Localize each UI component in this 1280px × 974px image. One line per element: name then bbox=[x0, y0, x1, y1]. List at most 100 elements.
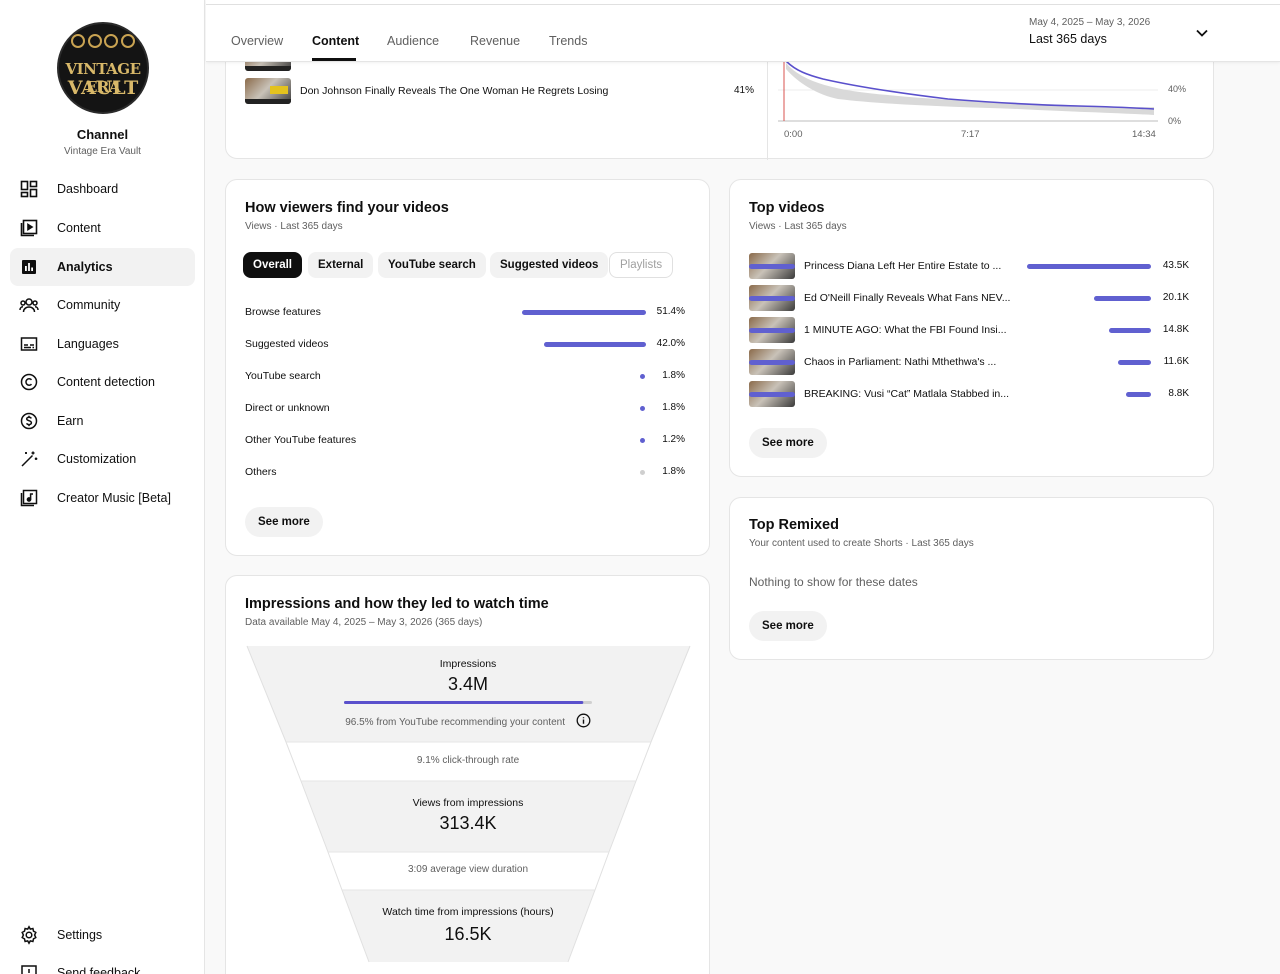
see-more-button[interactable]: See more bbox=[749, 611, 827, 641]
empty-state-text: Nothing to show for these dates bbox=[749, 575, 918, 589]
card-title: How viewers find your videos bbox=[245, 200, 449, 216]
traffic-bar bbox=[640, 406, 645, 411]
avg-duration-text: 3:09 average view duration bbox=[407, 864, 529, 875]
sidebar-item-community[interactable]: Community bbox=[10, 286, 195, 324]
video-title: Chaos in Parliament: Nathi Mthethwa's ..… bbox=[804, 356, 997, 368]
dollar-icon bbox=[10, 402, 48, 440]
sidebar-item-customization[interactable]: Customization bbox=[10, 440, 195, 478]
chip-suggested-videos[interactable]: Suggested videos bbox=[490, 252, 609, 278]
magic-wand-icon bbox=[10, 440, 48, 478]
traffic-row[interactable]: Others 1.8% bbox=[245, 466, 685, 482]
impressions-label: Impressions bbox=[439, 658, 497, 670]
sidebar-item-creator-music[interactable]: Creator Music [Beta] bbox=[10, 479, 195, 517]
recommend-text-label: 96.5% from YouTube recommending your con… bbox=[345, 717, 565, 728]
traffic-sources-card: How viewers find your videos Views · Las… bbox=[225, 179, 710, 556]
card-subtitle: Views · Last 365 days bbox=[245, 221, 343, 232]
sidebar: VINTAGE ERA VAULT Channel Vintage Era Va… bbox=[0, 0, 205, 974]
card-subtitle: Views · Last 365 days bbox=[749, 221, 847, 232]
top-video-row[interactable]: 1 MINUTE AGO: What the FBI Found Insi...… bbox=[749, 317, 1189, 343]
video-views: 11.6K bbox=[1163, 356, 1189, 367]
sidebar-item-label: Community bbox=[57, 298, 121, 312]
sidebar-item-label: Creator Music [Beta] bbox=[57, 491, 171, 505]
views-label: Views from impressions bbox=[412, 797, 524, 809]
traffic-pct: 1.2% bbox=[662, 434, 685, 445]
divider bbox=[767, 61, 768, 160]
sidebar-item-label: Languages bbox=[57, 337, 119, 351]
video-views: 43.5K bbox=[1162, 260, 1189, 271]
feedback-icon bbox=[10, 954, 48, 974]
top-video-row[interactable]: Ed O'Neill Finally Reveals What Fans NEV… bbox=[749, 285, 1189, 311]
y-tick-label: 0% bbox=[1168, 116, 1182, 126]
traffic-source-name: Browse features bbox=[245, 306, 321, 318]
community-icon bbox=[10, 286, 48, 324]
tab-content[interactable]: Content bbox=[312, 34, 359, 48]
tab-audience[interactable]: Audience bbox=[387, 34, 439, 48]
chevron-down-icon[interactable] bbox=[1194, 25, 1210, 41]
tab-revenue[interactable]: Revenue bbox=[470, 34, 520, 48]
see-more-button[interactable]: See more bbox=[749, 428, 827, 458]
traffic-row[interactable]: YouTube search 1.8% bbox=[245, 370, 685, 386]
top-video-row[interactable]: BREAKING: Vusi “Cat” Matlala Stabbed in.… bbox=[749, 381, 1189, 407]
gear-icon bbox=[10, 916, 48, 954]
traffic-row[interactable]: Suggested videos 42.0% bbox=[245, 338, 685, 354]
analytics-tab-bar: Overview Content Audience Revenue Trends… bbox=[206, 0, 1280, 62]
divider bbox=[206, 4, 1280, 5]
see-more-button[interactable]: See more bbox=[245, 507, 323, 537]
channel-name[interactable]: Vintage Era Vault bbox=[0, 146, 205, 157]
chip-playlists[interactable]: Playlists bbox=[609, 252, 674, 278]
chip-external[interactable]: External bbox=[308, 252, 374, 278]
impressions-funnel-card: Impressions and how they led to watch ti… bbox=[225, 575, 710, 974]
traffic-row[interactable]: Other YouTube features 1.2% bbox=[245, 434, 685, 450]
sidebar-item-dashboard[interactable]: Dashboard bbox=[10, 170, 195, 208]
views-bar bbox=[1109, 328, 1151, 333]
card-title: Top Remixed bbox=[749, 517, 839, 533]
sidebar-item-label: Dashboard bbox=[57, 182, 119, 196]
card-title: Top videos bbox=[749, 200, 825, 216]
video-thumbnail bbox=[749, 349, 795, 375]
sidebar-item-earn[interactable]: Earn bbox=[10, 402, 195, 440]
traffic-row[interactable]: Direct or unknown 1.8% bbox=[245, 402, 685, 418]
sidebar-item-content[interactable]: Content bbox=[10, 209, 195, 247]
date-period-label[interactable]: Last 365 days bbox=[1029, 32, 1107, 46]
sidebar-item-label: Send feedback bbox=[57, 966, 141, 974]
sidebar-item-label: Customization bbox=[57, 452, 137, 466]
retention-chart bbox=[778, 61, 1158, 122]
video-retention-pct: 41% bbox=[734, 85, 755, 96]
views-bar bbox=[1094, 296, 1151, 301]
subtitles-icon bbox=[10, 325, 48, 363]
traffic-source-name: Other YouTube features bbox=[245, 434, 357, 446]
chip-youtube-search[interactable]: YouTube search bbox=[378, 252, 486, 278]
sidebar-item-languages[interactable]: Languages bbox=[10, 325, 195, 363]
views-bar bbox=[1118, 360, 1151, 365]
traffic-pct: 51.4% bbox=[656, 306, 685, 317]
channel-avatar[interactable]: VINTAGE ERA VAULT bbox=[57, 22, 149, 114]
video-thumbnail[interactable] bbox=[245, 78, 291, 104]
info-icon[interactable] bbox=[576, 713, 591, 728]
traffic-bar bbox=[640, 470, 645, 475]
traffic-bar bbox=[640, 374, 645, 379]
video-views: 20.1K bbox=[1162, 292, 1189, 303]
sidebar-item-analytics[interactable]: Analytics bbox=[10, 248, 195, 286]
impressions-value: 3.4M bbox=[447, 674, 489, 694]
sidebar-item-label: Analytics bbox=[57, 260, 113, 274]
video-views: 14.8K bbox=[1162, 324, 1189, 335]
traffic-row[interactable]: Browse features 51.4% bbox=[245, 306, 685, 322]
chip-overall[interactable]: Overall bbox=[243, 252, 302, 278]
date-range[interactable]: May 4, 2025 – May 3, 2026 bbox=[1029, 17, 1150, 28]
tab-trends[interactable]: Trends bbox=[549, 34, 587, 48]
top-video-row[interactable]: Princess Diana Left Her Entire Estate to… bbox=[749, 253, 1189, 279]
sidebar-item-content-detection[interactable]: Content detection bbox=[10, 363, 195, 401]
traffic-bar bbox=[640, 438, 645, 443]
recommend-bar bbox=[344, 701, 584, 704]
traffic-pct: 42.0% bbox=[656, 338, 685, 349]
sidebar-item-settings[interactable]: Settings bbox=[10, 916, 195, 954]
active-tab-indicator bbox=[312, 58, 356, 61]
traffic-source-name: Suggested videos bbox=[245, 338, 329, 350]
video-title: Princess Diana Left Her Entire Estate to… bbox=[804, 260, 1002, 272]
top-video-row[interactable]: Chaos in Parliament: Nathi Mthethwa's ..… bbox=[749, 349, 1189, 375]
content-icon bbox=[10, 209, 48, 247]
video-title: BREAKING: Vusi “Cat” Matlala Stabbed in.… bbox=[804, 388, 1010, 400]
tab-overview[interactable]: Overview bbox=[231, 34, 283, 48]
video-title[interactable]: Don Johnson Finally Reveals The One Woma… bbox=[300, 85, 608, 97]
sidebar-item-feedback[interactable]: Send feedback bbox=[10, 954, 195, 974]
